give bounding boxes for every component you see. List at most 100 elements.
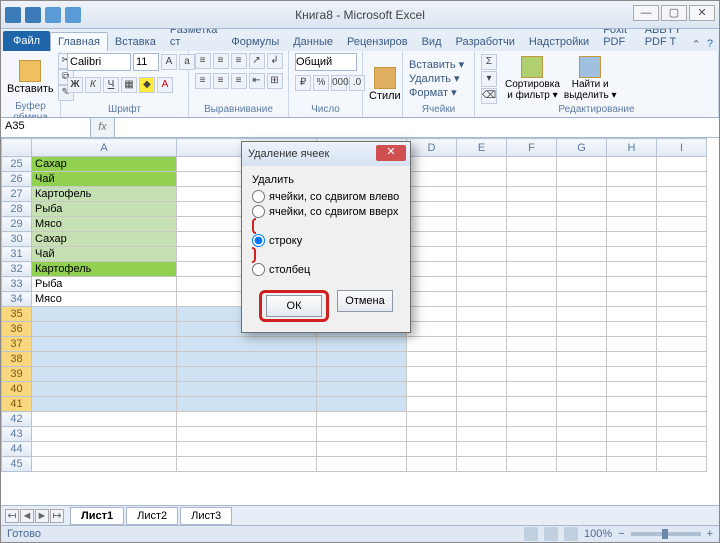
formula-input[interactable] [115,118,719,137]
row-header-27[interactable]: 27 [2,187,32,202]
row-header-25[interactable]: 25 [2,157,32,172]
cell[interactable] [407,397,457,412]
cell[interactable] [657,412,707,427]
cell[interactable] [32,412,177,427]
tab-file[interactable]: Файл [3,31,50,51]
cell[interactable] [177,397,317,412]
cell[interactable] [32,367,177,382]
minimize-ribbon-icon[interactable]: ⌃ [692,38,701,51]
cell[interactable] [557,322,607,337]
cell[interactable] [407,262,457,277]
cell[interactable] [317,457,407,472]
cell[interactable] [407,382,457,397]
cell[interactable] [607,397,657,412]
radio-row-input[interactable] [252,234,265,247]
cell[interactable] [177,352,317,367]
row-header-35[interactable]: 35 [2,307,32,322]
cell[interactable] [557,157,607,172]
row-header-31[interactable]: 31 [2,247,32,262]
cell[interactable]: Чай [32,172,177,187]
cell[interactable] [407,277,457,292]
cell[interactable] [657,217,707,232]
cell[interactable] [407,202,457,217]
sheet-tab-1[interactable]: Лист1 [70,507,124,525]
cell[interactable] [177,427,317,442]
row-header-29[interactable]: 29 [2,217,32,232]
cell[interactable] [657,157,707,172]
radio-shift-left-input[interactable] [252,190,265,203]
merge-icon[interactable]: ⊞ [267,73,283,89]
cell[interactable]: Рыба [32,202,177,217]
percent-icon[interactable]: % [313,75,329,91]
cell[interactable] [607,217,657,232]
cell[interactable] [607,352,657,367]
comma-icon[interactable]: 000 [331,75,347,91]
wrap-icon[interactable]: ↲ [267,53,283,69]
row-header-39[interactable]: 39 [2,367,32,382]
cell[interactable] [407,217,457,232]
cell[interactable]: Сахар [32,232,177,247]
cell[interactable] [407,232,457,247]
tab-addins[interactable]: Надстройки [522,33,596,51]
cell[interactable]: Картофель [32,187,177,202]
dialog-close-button[interactable]: ✕ [376,145,406,161]
cell[interactable] [657,232,707,247]
align-top-icon[interactable]: ≡ [195,53,211,69]
border-icon[interactable]: ▦ [121,77,137,93]
cell[interactable] [407,322,457,337]
sheet-nav-last[interactable]: ↦ [50,509,64,523]
cell[interactable] [507,157,557,172]
col-header-A[interactable]: A [32,139,177,157]
sheet-tab-2[interactable]: Лист2 [126,507,178,525]
cell[interactable] [607,322,657,337]
cell[interactable] [457,217,507,232]
underline-button[interactable]: Ч [103,77,119,93]
cell[interactable]: Мясо [32,217,177,232]
cell[interactable] [507,262,557,277]
cell[interactable] [32,427,177,442]
col-header-F[interactable]: F [507,139,557,157]
cell[interactable] [657,442,707,457]
currency-icon[interactable]: ₽ [295,75,311,91]
row-header-33[interactable]: 33 [2,277,32,292]
cell[interactable] [457,277,507,292]
minimize-button[interactable]: — [633,5,659,21]
cell[interactable] [557,232,607,247]
cell[interactable] [457,307,507,322]
radio-row[interactable]: строку [252,234,400,247]
row-header-43[interactable]: 43 [2,427,32,442]
radio-shift-up-input[interactable] [252,205,265,218]
cell[interactable] [657,262,707,277]
cell[interactable] [657,187,707,202]
row-header-37[interactable]: 37 [2,337,32,352]
zoom-out-button[interactable]: − [618,528,624,540]
cell[interactable] [557,307,607,322]
cell[interactable] [457,172,507,187]
cell[interactable] [407,172,457,187]
cell[interactable] [317,352,407,367]
cell[interactable] [557,457,607,472]
increase-font-icon[interactable]: A [161,54,177,70]
sheet-nav-first[interactable]: ↤ [5,509,19,523]
tab-developer[interactable]: Разработчи [449,33,522,51]
cell[interactable] [407,412,457,427]
cell[interactable] [607,382,657,397]
cell[interactable] [607,337,657,352]
cell[interactable] [657,397,707,412]
cell[interactable] [407,457,457,472]
ok-button[interactable]: ОК [266,295,322,317]
fill-color-icon[interactable]: ◆ [139,77,155,93]
cell[interactable] [607,292,657,307]
cell[interactable]: Мясо [32,292,177,307]
cell[interactable] [607,232,657,247]
cell[interactable]: Картофель [32,262,177,277]
cell[interactable] [607,262,657,277]
cell[interactable] [317,397,407,412]
tab-formulas[interactable]: Формулы [224,33,286,51]
cell[interactable] [407,367,457,382]
cell[interactable] [457,232,507,247]
cell[interactable] [317,367,407,382]
cell[interactable] [457,187,507,202]
tab-home[interactable]: Главная [50,32,108,51]
cell[interactable] [457,352,507,367]
